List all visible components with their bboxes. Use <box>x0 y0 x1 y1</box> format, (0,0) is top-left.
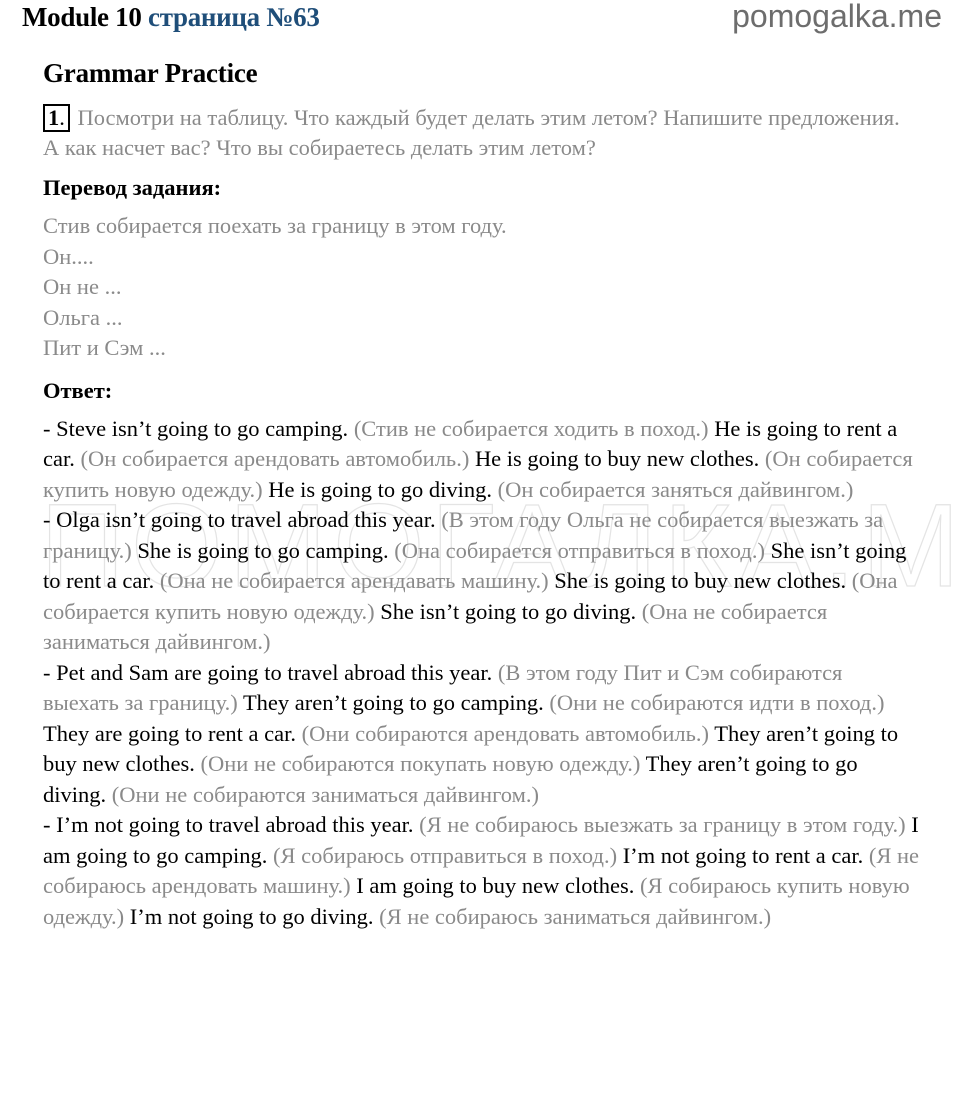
translation-line: Стив собирается поехать за границу в это… <box>43 213 507 238</box>
english-sentence: She is going to buy new clothes. <box>554 568 847 593</box>
translation-line: Ольга ... <box>43 304 123 330</box>
site-logo[interactable]: pomogalka.me <box>732 0 942 35</box>
answer-paragraph: - I’m not going to travel abroad this ye… <box>43 810 923 932</box>
english-sentence: They are going to rent a car. <box>43 720 297 746</box>
english-sentence: I’m not going to rent a car. <box>622 842 864 868</box>
russian-translation: (Я собираюсь отправиться в поход.) <box>272 842 618 868</box>
answer-paragraph: - Pet and Sam are going to travel abroad… <box>43 658 923 811</box>
translation-list: Стив собирается поехать за границу в это… <box>43 211 923 364</box>
answer-heading: Ответ: <box>43 377 113 403</box>
russian-translation: (Они не собираются идти в поход.) <box>549 690 885 715</box>
russian-translation: (Он собирается заняться дайвингом.) <box>497 476 854 502</box>
answer-paragraph: - Olga isn’t going to travel abroad this… <box>43 505 923 658</box>
russian-translation: (Он собирается арендовать автомобиль.) <box>80 446 470 471</box>
russian-translation: (Они не собираются заниматься дайвингом.… <box>111 781 539 807</box>
translation-heading: Перевод задания: <box>43 175 222 200</box>
task-instructions: 1. Посмотри на таблицу. Что каждый будет… <box>43 103 923 163</box>
translation-line: Он.... <box>43 243 94 269</box>
answer-body: - Steve isn’t going to go camping. (Стив… <box>43 414 923 933</box>
task-number-badge: 1. <box>43 104 70 132</box>
task-text-line1: Посмотри на таблицу. Что каждый будет де… <box>77 105 900 130</box>
russian-translation: (Она собирается отправиться в поход.) <box>394 537 765 563</box>
english-sentence: She is going to go camping. <box>137 537 389 563</box>
main-content: Grammar Practice 1. Посмотри на таблицу.… <box>43 58 923 932</box>
english-sentence: - Steve isn’t going to go camping. <box>43 415 349 441</box>
english-sentence: He is going to buy new clothes. <box>474 446 760 471</box>
translation-line: Он не ... <box>43 274 122 299</box>
english-sentence: They aren’t going to go camping. <box>242 690 544 715</box>
english-sentence: She isn’t going to go diving. <box>380 598 637 624</box>
module-label: Module 10 <box>22 2 142 32</box>
task-text-line2: А как насчет вас? Что вы собираетесь дел… <box>43 135 596 160</box>
page-number-link[interactable]: страница №63 <box>148 2 320 32</box>
russian-translation: (Я не собираюсь выезжать за границу в эт… <box>419 812 906 837</box>
answer-paragraph: - Steve isn’t going to go camping. (Стив… <box>43 414 923 506</box>
english-sentence: - Olga isn’t going to travel abroad this… <box>43 507 436 532</box>
russian-translation: (Стив не собирается ходить в поход.) <box>353 415 709 441</box>
translation-line: Пит и Сэм ... <box>43 335 166 360</box>
russian-translation: (Они собираются арендовать автомобиль.) <box>301 720 710 746</box>
english-sentence: I am going to buy new clothes. <box>356 873 635 898</box>
russian-translation: (Они не собираются покупать новую одежду… <box>200 751 641 776</box>
english-sentence: - Pet and Sam are going to travel abroad… <box>43 659 493 685</box>
page-header: Module 10 страница №63 <box>22 2 320 33</box>
section-title: Grammar Practice <box>43 58 258 88</box>
english-sentence: I’m not going to go diving. <box>129 903 374 929</box>
russian-translation: (Она не собирается арендавать машину.) <box>159 568 549 593</box>
russian-translation: (Я не собираюсь заниматься дайвингом.) <box>379 903 772 929</box>
english-sentence: He is going to go diving. <box>268 476 493 502</box>
english-sentence: - I’m not going to travel abroad this ye… <box>43 812 414 837</box>
